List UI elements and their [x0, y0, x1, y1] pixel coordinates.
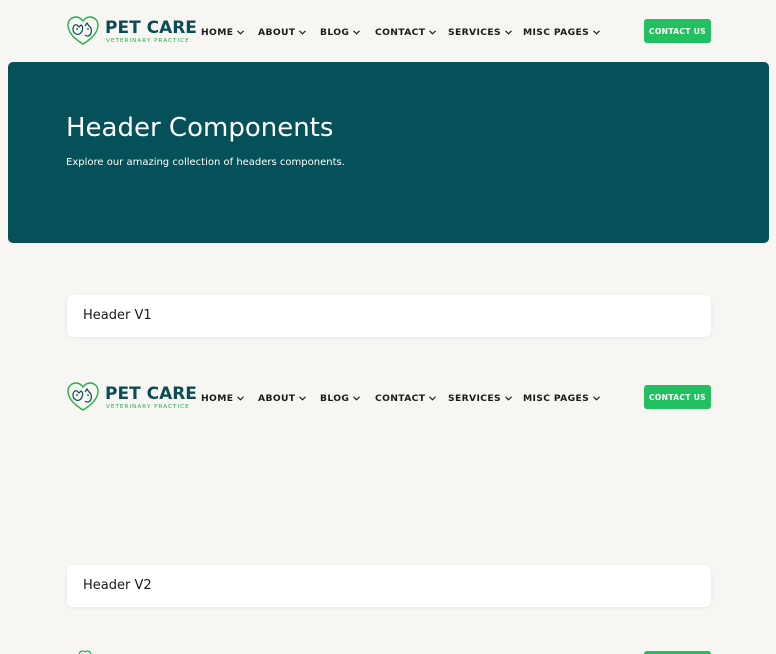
nav-item-label: MISC PAGES [523, 26, 590, 38]
nav-item-services[interactable]: SERVICES [448, 391, 512, 405]
page-subtitle: Explore our amazing collection of header… [66, 157, 345, 168]
pet-logo-icon [67, 382, 99, 411]
nav-item-label: BLOG [320, 26, 350, 38]
nav-item-label: ABOUT [258, 392, 296, 404]
header-v2-preview [0, 646, 776, 654]
contact-us-button[interactable]: CONTACT US [644, 385, 711, 409]
nav-item-label: HOME [201, 392, 234, 404]
logo-tagline: VETERINARY PRACTICE [106, 38, 190, 44]
section-title: Header V2 [83, 578, 152, 593]
chevron-down-icon [593, 395, 600, 401]
logo-tagline: VETERINARY PRACTICE [106, 404, 190, 410]
nav-item-misc-pages[interactable]: MISC PAGES [523, 391, 600, 405]
nav-item-about[interactable]: ABOUT [258, 25, 307, 39]
nav-item-label: SERVICES [448, 392, 501, 404]
section-card-header-v1: Header V1 [67, 295, 711, 337]
page-title: Header Components [66, 113, 334, 143]
logo-title: PET CARE [105, 384, 197, 404]
section-card-header-v2: Header V2 [67, 565, 711, 607]
chevron-down-icon [593, 29, 600, 35]
nav-item-about[interactable]: ABOUT [258, 391, 307, 405]
pet-logo-icon [67, 16, 99, 45]
nav-item-misc-pages[interactable]: MISC PAGES [523, 25, 600, 39]
nav-item-services[interactable]: SERVICES [448, 25, 512, 39]
chevron-down-icon [237, 29, 245, 35]
nav-item-home[interactable]: HOME [201, 25, 245, 39]
chevron-down-icon [299, 395, 307, 401]
nav-item-home[interactable]: HOME [201, 391, 245, 405]
nav-item-label: HOME [201, 26, 234, 38]
chevron-down-icon [353, 29, 361, 35]
chevron-down-icon [505, 29, 512, 35]
chevron-down-icon [353, 395, 361, 401]
chevron-down-icon [505, 395, 512, 401]
nav-item-label: ABOUT [258, 26, 296, 38]
nav-item-contact[interactable]: CONTACT [375, 391, 437, 405]
pet-logo-icon [78, 650, 92, 654]
contact-us-button[interactable]: CONTACT US [644, 19, 711, 43]
nav-item-label: CONTACT [375, 392, 426, 404]
section-title: Header V1 [83, 308, 152, 323]
nav-item-label: MISC PAGES [523, 392, 590, 404]
hero-banner: Header Components Explore our amazing co… [8, 62, 769, 243]
nav-item-label: BLOG [320, 392, 350, 404]
chevron-down-icon [237, 395, 245, 401]
chevron-down-icon [429, 395, 437, 401]
nav-item-blog[interactable]: BLOG [320, 391, 361, 405]
logo[interactable]: PET CARE VETERINARY PRACTICE [66, 381, 197, 415]
chevron-down-icon [299, 29, 307, 35]
nav-item-contact[interactable]: CONTACT [375, 25, 437, 39]
nav-item-label: SERVICES [448, 26, 501, 38]
nav-item-blog[interactable]: BLOG [320, 25, 361, 39]
chevron-down-icon [429, 29, 437, 35]
logo-title: PET CARE [105, 18, 197, 38]
logo[interactable]: PET CARE VETERINARY PRACTICE [66, 15, 197, 49]
header-v1-preview: PET CARE VETERINARY PRACTICE HOME ABOUT … [0, 366, 776, 428]
site-header: PET CARE VETERINARY PRACTICE HOME ABOUT … [0, 0, 776, 62]
nav-item-label: CONTACT [375, 26, 426, 38]
